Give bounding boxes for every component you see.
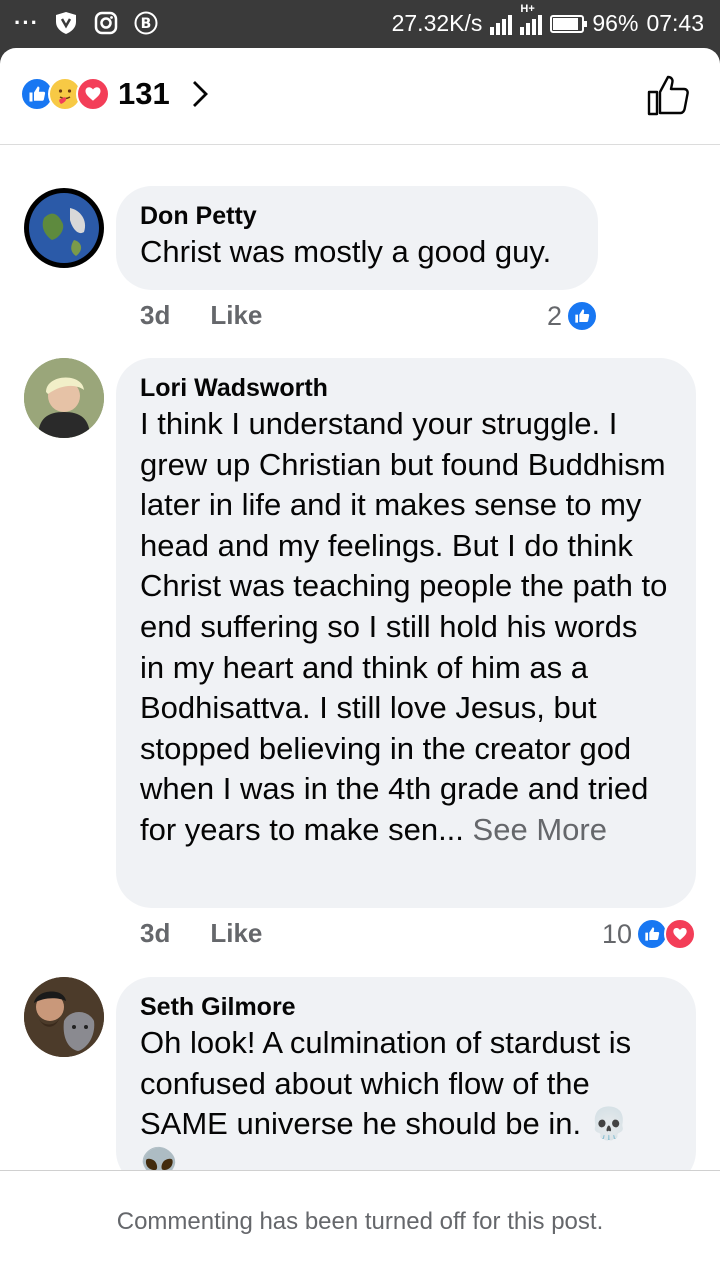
- svg-text:B: B: [141, 16, 152, 32]
- shield-app-icon: [53, 10, 79, 36]
- chevron-right-icon: [190, 79, 210, 109]
- comment-text: Christ was mostly a good guy.: [140, 234, 552, 269]
- comment-bubble: Seth Gilmore Oh look! A culmination of s…: [116, 977, 696, 1222]
- comment-reaction-count: 2: [546, 300, 562, 331]
- thumbs-up-outline-icon: [647, 75, 689, 116]
- instagram-icon: [93, 10, 119, 36]
- status-bar: ··· B 27.32K/s H+ 96% 07:43: [0, 0, 720, 48]
- battery-percent: 96%: [592, 10, 639, 36]
- reactions-header: 131: [0, 48, 720, 145]
- comment-reactions[interactable]: 10: [602, 918, 696, 950]
- comments-disabled-notice: Commenting has been turned off for this …: [116, 1208, 604, 1235]
- avatar[interactable]: [24, 358, 104, 438]
- comments-sheet: 131 Don Petty Christ was mostly a good g…: [0, 48, 720, 1280]
- comment-bubble: Lori Wadsworth I think I understand your…: [116, 358, 696, 908]
- comment-actions: 3d Like: [140, 300, 262, 331]
- reactions-summary[interactable]: 131: [20, 76, 210, 112]
- battery-icon: [550, 14, 588, 33]
- like-reaction-icon: [566, 300, 598, 332]
- avatar[interactable]: [24, 977, 104, 1057]
- like-post-button[interactable]: [646, 72, 690, 118]
- comment-author[interactable]: Don Petty: [140, 200, 572, 232]
- comment-actions: 3d Like: [140, 918, 262, 949]
- comment-bubble: Don Petty Christ was mostly a good guy.: [116, 186, 598, 290]
- comment-like-button[interactable]: Like: [210, 300, 262, 331]
- love-reaction-icon: [76, 77, 110, 111]
- comment-reaction-count: 10: [601, 918, 632, 949]
- comment-age[interactable]: 3d: [140, 918, 170, 949]
- coin-app-icon: B: [133, 10, 159, 36]
- comment-text: I think I understand your struggle. I gr…: [140, 404, 670, 851]
- comment-author[interactable]: Seth Gilmore: [140, 991, 670, 1023]
- signal-icon: [490, 13, 513, 35]
- comment-age[interactable]: 3d: [140, 300, 170, 331]
- comment-text: Oh look! A culmination of stardust is co…: [140, 1025, 632, 1182]
- see-more-link[interactable]: See More: [473, 812, 607, 847]
- comment-like-button[interactable]: Like: [210, 918, 262, 949]
- comment-author[interactable]: Lori Wadsworth: [140, 372, 670, 404]
- reaction-total: 131: [118, 76, 170, 111]
- comments-disabled-footer: Commenting has been turned off for this …: [0, 1170, 720, 1280]
- comment-reactions[interactable]: 2: [547, 300, 598, 332]
- clock: 07:43: [646, 10, 704, 36]
- more-notifications-icon: ···: [14, 10, 39, 35]
- network-speed: 27.32K/s: [391, 10, 483, 36]
- signal-hplus-icon: H+: [520, 3, 543, 35]
- love-reaction-icon: [664, 918, 696, 950]
- network-type: H+: [520, 2, 535, 15]
- comment-body: I think I understand your struggle. I gr…: [140, 406, 668, 847]
- avatar[interactable]: [24, 188, 104, 268]
